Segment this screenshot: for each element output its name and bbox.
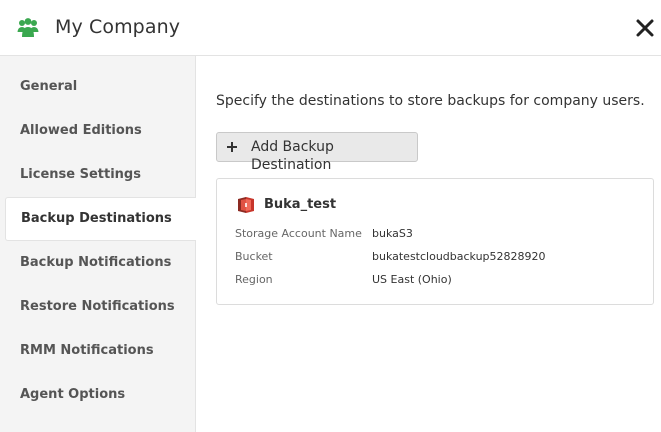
sidebar-item-rmm-notifications[interactable]: RMM Notifications	[0, 329, 196, 373]
plus-icon	[227, 142, 237, 152]
description-text: Specify the destinations to store backup…	[216, 93, 645, 109]
dialog-header: My Company	[0, 0, 661, 56]
destination-card[interactable]: Buka_test Storage Account Name bukaS3 Bu…	[216, 178, 654, 305]
bucket-label: Bucket	[235, 250, 273, 263]
users-group-icon	[17, 18, 39, 37]
main-panel: Specify the destinations to store backup…	[196, 56, 661, 432]
region-label: Region	[235, 273, 273, 286]
settings-sidebar: General Allowed Editions License Setting…	[0, 56, 197, 432]
sidebar-item-license-settings[interactable]: License Settings	[0, 153, 196, 197]
region-value: US East (Ohio)	[372, 273, 452, 286]
destination-name: Buka_test	[264, 197, 337, 212]
add-backup-destination-button[interactable]: Add Backup Destination	[216, 132, 418, 173]
sidebar-item-allowed-editions[interactable]: Allowed Editions	[0, 109, 196, 153]
aws-s3-icon	[238, 197, 254, 213]
storage-account-name-label: Storage Account Name	[235, 227, 362, 240]
sidebar-item-general[interactable]: General	[0, 65, 196, 109]
close-icon[interactable]	[635, 18, 655, 38]
bucket-value: bukatestcloudbackup52828920	[372, 250, 546, 263]
sidebar-item-backup-destinations[interactable]: Backup Destinations	[5, 197, 197, 241]
sidebar-item-restore-notifications[interactable]: Restore Notifications	[0, 285, 196, 329]
dialog-title: My Company	[55, 16, 181, 38]
sidebar-item-agent-options[interactable]: Agent Options	[0, 373, 196, 417]
add-backup-destination-label: Add Backup Destination	[251, 139, 334, 173]
sidebar-item-backup-notifications[interactable]: Backup Notifications	[0, 241, 196, 285]
storage-account-name-value: bukaS3	[372, 227, 413, 240]
